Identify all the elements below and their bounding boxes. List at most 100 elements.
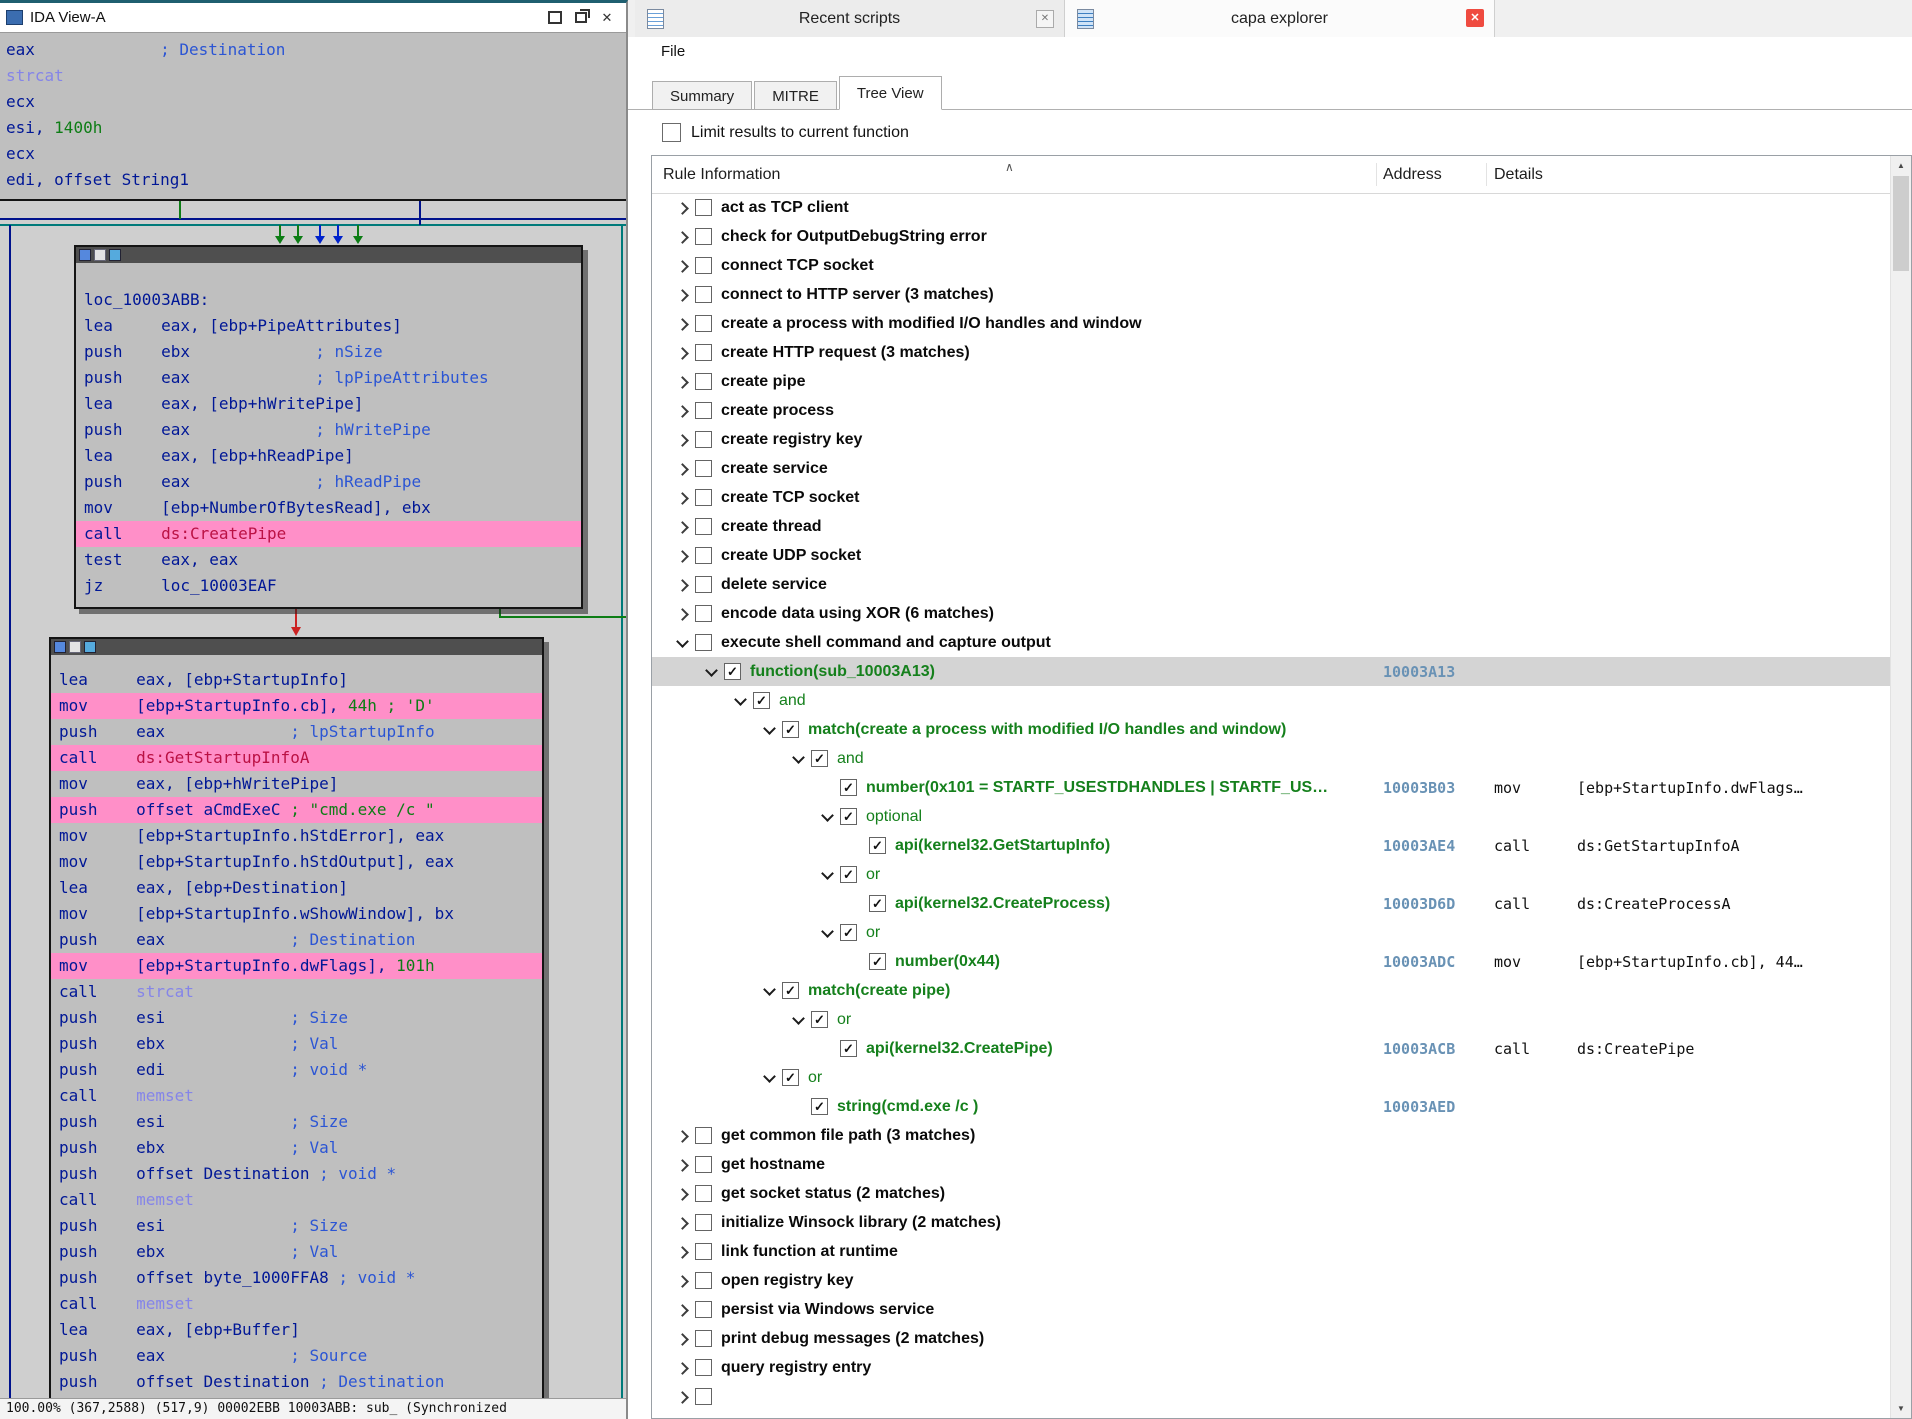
expand-arrow-icon[interactable] <box>673 431 691 449</box>
expand-arrow-icon[interactable] <box>673 344 691 362</box>
tree-row[interactable]: ✓match(create pipe) <box>652 976 1890 1005</box>
tree-checkbox-checked[interactable]: ✓ <box>724 663 741 680</box>
tree-row[interactable]: ✓string(cmd.exe /c )10003AED <box>652 1092 1890 1121</box>
tree-checkbox[interactable] <box>695 634 712 651</box>
asm-line[interactable]: mov eax, [ebp+hWritePipe] <box>51 771 542 797</box>
asm-line-highlighted[interactable]: push offset aCmdExeC ; "cmd.exe /c " <box>51 797 542 823</box>
tree-checkbox-checked[interactable]: ✓ <box>840 779 857 796</box>
tree-row[interactable]: ✓api(kernel32.CreateProcess)10003D6Dcall… <box>652 889 1890 918</box>
ida-titlebar[interactable]: IDA View-A ✕ <box>0 3 626 33</box>
tree-row[interactable]: ✓api(kernel32.GetStartupInfo)10003AE4cal… <box>652 831 1890 860</box>
tree-row[interactable]: create a process with modified I/O handl… <box>652 309 1890 338</box>
collapse-arrow-icon[interactable] <box>789 750 807 768</box>
asm-line[interactable]: push eax ; lpPipeAttributes <box>76 365 581 391</box>
tree-row[interactable]: open registry key <box>652 1266 1890 1295</box>
tree-row[interactable]: create UDP socket <box>652 541 1890 570</box>
tree-checkbox[interactable] <box>695 257 712 274</box>
asm-line[interactable]: edi, offset String1 <box>0 167 626 193</box>
asm-line[interactable]: ecx <box>0 141 626 167</box>
node-titlebar[interactable] <box>51 639 542 655</box>
tree-row[interactable]: create HTTP request (3 matches) <box>652 338 1890 367</box>
graph-node-top[interactable]: eax ; Destinationstrcatecxesi, 1400hecxe… <box>0 33 626 201</box>
graph-node-startupinfo[interactable]: lea eax, [ebp+StartupInfo]mov [ebp+Start… <box>49 637 544 1401</box>
tree-checkbox-checked[interactable]: ✓ <box>869 837 886 854</box>
restore-button[interactable] <box>568 7 594 29</box>
tree-checkbox[interactable] <box>695 576 712 593</box>
asm-line[interactable]: mov [ebp+StartupInfo.wShowWindow], bx <box>51 901 542 927</box>
asm-line-highlighted[interactable]: call ds:GetStartupInfoA <box>51 745 542 771</box>
tree-checkbox[interactable] <box>695 460 712 477</box>
tree-checkbox[interactable] <box>695 489 712 506</box>
graph-node-loc-10003abb[interactable]: loc_10003ABB:lea eax, [ebp+PipeAttribute… <box>74 245 583 609</box>
expand-arrow-icon[interactable] <box>673 1185 691 1203</box>
tree-checkbox[interactable] <box>695 1156 712 1173</box>
collapse-arrow-icon[interactable] <box>760 721 778 739</box>
tree-row[interactable]: ✓api(kernel32.CreatePipe)10003ACBcallds:… <box>652 1034 1890 1063</box>
asm-line[interactable]: mov [ebp+StartupInfo.hStdOutput], eax <box>51 849 542 875</box>
tree-row[interactable]: connect TCP socket <box>652 251 1890 280</box>
tree-row[interactable]: create thread <box>652 512 1890 541</box>
expand-arrow-icon[interactable] <box>673 286 691 304</box>
expand-arrow-icon[interactable] <box>673 1301 691 1319</box>
asm-line[interactable]: push eax ; Destination <box>51 927 542 953</box>
tree-checkbox[interactable] <box>695 1214 712 1231</box>
scrollbar-thumb[interactable] <box>1893 176 1909 271</box>
tree-row[interactable]: act as TCP client <box>652 193 1890 222</box>
tree-checkbox[interactable] <box>695 228 712 245</box>
asm-line[interactable]: mov [ebp+StartupInfo.hStdError], eax <box>51 823 542 849</box>
asm-line[interactable]: lea eax, [ebp+hReadPipe] <box>76 443 581 469</box>
asm-line[interactable]: mov [ebp+NumberOfBytesRead], ebx <box>76 495 581 521</box>
tree-checkbox-checked[interactable]: ✓ <box>869 953 886 970</box>
vertical-scrollbar[interactable]: ▲ ▼ <box>1890 156 1911 1418</box>
tree-row[interactable]: persist via Windows service <box>652 1295 1890 1324</box>
tree-row[interactable]: ✓function(sub_10003A13)10003A13 <box>652 657 1890 686</box>
asm-line[interactable]: push esi ; Size <box>51 1005 542 1031</box>
expand-arrow-icon[interactable] <box>673 576 691 594</box>
column-header-rule-information[interactable]: ∧ Rule Information <box>663 156 780 193</box>
collapse-arrow-icon[interactable] <box>789 1011 807 1029</box>
tree-row[interactable]: initialize Winsock library (2 matches) <box>652 1208 1890 1237</box>
collapse-arrow-icon[interactable] <box>760 1069 778 1087</box>
asm-line[interactable]: push eax ; hWritePipe <box>76 417 581 443</box>
tree-row[interactable]: print debug messages (2 matches) <box>652 1324 1890 1353</box>
tree-row[interactable]: ✓match(create a process with modified I/… <box>652 715 1890 744</box>
close-tab-button[interactable]: ✕ <box>1466 9 1484 27</box>
asm-line[interactable]: push offset byte_1000FFA8 ; void * <box>51 1265 542 1291</box>
asm-line[interactable]: push ebx ; Val <box>51 1135 542 1161</box>
expand-arrow-icon[interactable] <box>673 1156 691 1174</box>
disassembly-graph[interactable]: eax ; Destinationstrcatecxesi, 1400hecxe… <box>0 33 626 1401</box>
expand-arrow-icon[interactable] <box>673 605 691 623</box>
asm-line[interactable]: push eax ; Source <box>51 1343 542 1369</box>
tree-checkbox[interactable] <box>695 1359 712 1376</box>
asm-line-highlighted[interactable]: call ds:CreatePipe <box>76 521 581 547</box>
asm-line[interactable]: call memset <box>51 1291 542 1317</box>
limit-results-checkbox[interactable] <box>662 123 681 142</box>
tree-row[interactable]: create service <box>652 454 1890 483</box>
asm-line[interactable]: push ebx ; Val <box>51 1239 542 1265</box>
tree-checkbox[interactable] <box>695 344 712 361</box>
asm-line[interactable]: push edi ; void * <box>51 1057 542 1083</box>
tab-recent-scripts[interactable]: Recent scripts ✕ <box>635 0 1065 37</box>
tree-row[interactable]: ✓or <box>652 1063 1890 1092</box>
collapse-arrow-icon[interactable] <box>818 866 836 884</box>
tree-row[interactable]: create TCP socket <box>652 483 1890 512</box>
maximize-button[interactable] <box>542 7 568 29</box>
expand-arrow-icon[interactable] <box>673 228 691 246</box>
tree-checkbox[interactable] <box>695 547 712 564</box>
tab-mitre[interactable]: MITRE <box>754 81 837 110</box>
tree-row[interactable]: ✓and <box>652 686 1890 715</box>
asm-line[interactable]: loc_10003ABB: <box>76 287 581 313</box>
collapse-arrow-icon[interactable] <box>760 982 778 1000</box>
expand-arrow-icon[interactable] <box>673 1272 691 1290</box>
asm-line[interactable]: lea eax, [ebp+hWritePipe] <box>76 391 581 417</box>
column-header-details[interactable]: Details <box>1494 156 1543 193</box>
expand-arrow-icon[interactable] <box>673 460 691 478</box>
scroll-down-icon[interactable]: ▼ <box>1891 1399 1911 1418</box>
expand-arrow-icon[interactable] <box>673 1243 691 1261</box>
asm-line[interactable]: push esi ; Size <box>51 1213 542 1239</box>
tree-checkbox[interactable] <box>695 1388 712 1405</box>
tree-checkbox[interactable] <box>695 431 712 448</box>
collapse-arrow-icon[interactable] <box>731 692 749 710</box>
node-titlebar[interactable] <box>76 247 581 263</box>
tree-checkbox[interactable] <box>695 373 712 390</box>
